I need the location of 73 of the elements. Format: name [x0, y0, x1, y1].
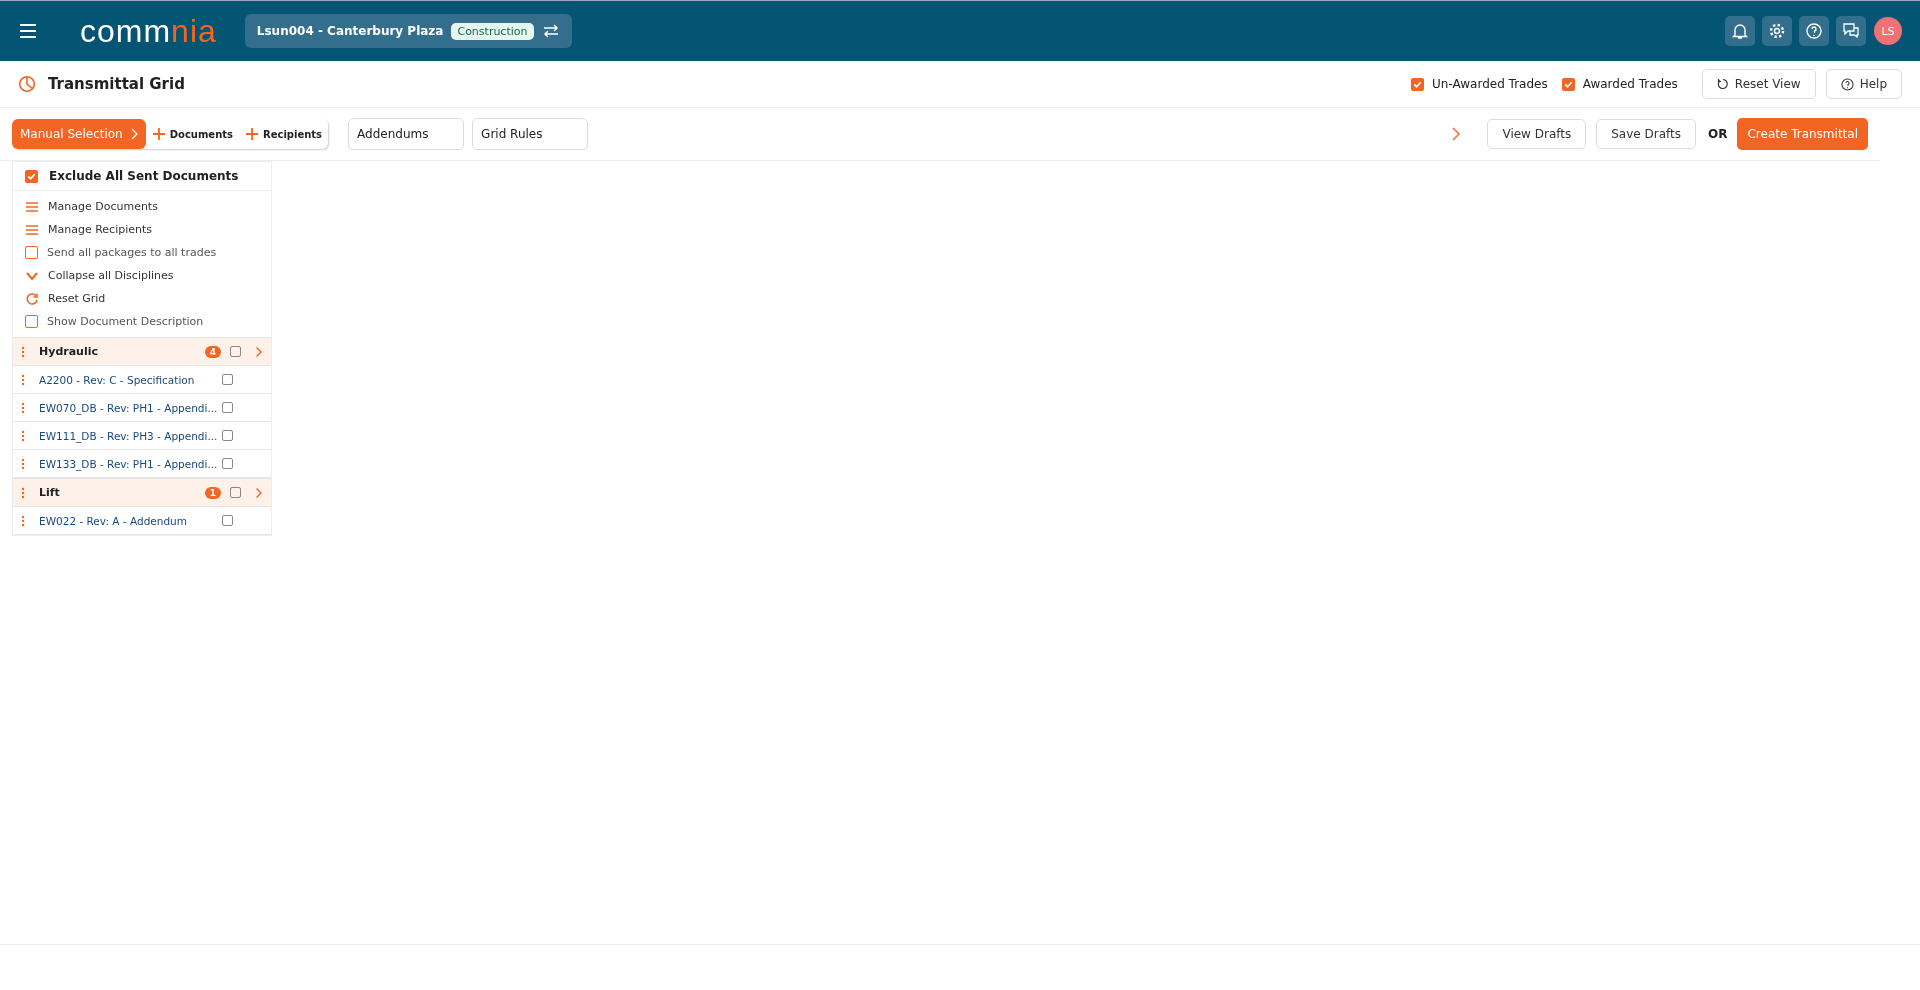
checkbox[interactable] [230, 487, 241, 498]
project-name: Lsun004 - Canterbury Plaza [256, 24, 444, 38]
checkbox[interactable] [1561, 77, 1575, 91]
tab[interactable]: Grid Rules [472, 118, 589, 150]
menu-icon [25, 199, 39, 214]
checkbox[interactable] [25, 246, 38, 259]
count-badge: 1 [204, 486, 221, 499]
document-link[interactable]: EW111_DB - Rev: PH3 - Appendi... [39, 429, 222, 442]
checkbox[interactable] [230, 346, 241, 357]
tab[interactable]: Addendums [348, 118, 465, 150]
discipline-name: Hydraulic [39, 345, 99, 358]
reset-view-button[interactable]: Reset View [1701, 69, 1816, 99]
checkbox[interactable] [222, 402, 233, 413]
plus-icon [245, 127, 259, 141]
pie-chart-icon [18, 75, 36, 93]
document-link[interactable]: EW070_DB - Rev: PH1 - Appendi... [39, 401, 222, 414]
chevron-right-icon[interactable] [255, 345, 263, 358]
discipline-name: Lift [39, 486, 61, 499]
project-selector[interactable]: Lsun004 - Canterbury Plaza Construction [244, 14, 572, 48]
chat-icon [1842, 22, 1860, 40]
document-link[interactable]: A2200 - Rev: C - Specification [39, 373, 222, 386]
help-button[interactable] [1799, 16, 1829, 46]
checkbox-label: Awarded Trades [1582, 77, 1678, 91]
menu-item[interactable]: Manage Documents [48, 200, 158, 213]
checkbox-label: Show Document Description [47, 315, 204, 328]
drag-handle-icon[interactable] [21, 373, 25, 386]
page-title: Transmittal Grid [48, 75, 185, 93]
add-step-button[interactable]: Documents [145, 127, 239, 141]
stage-tag: Construction [451, 22, 534, 40]
drag-handle-icon[interactable] [21, 486, 25, 499]
checkbox[interactable] [222, 458, 233, 469]
view-drafts-button[interactable]: View Drafts [1487, 119, 1587, 149]
swap-icon[interactable] [541, 23, 560, 39]
chat-button[interactable] [1836, 16, 1866, 46]
reset-icon [1716, 78, 1729, 90]
help-icon [1840, 77, 1854, 91]
checkbox-label: Send all packages to all trades [47, 246, 217, 259]
document-link[interactable]: EW133_DB - Rev: PH1 - Appendi... [39, 457, 222, 470]
drag-handle-icon[interactable] [21, 401, 25, 414]
menu-item[interactable]: Reset Grid [48, 292, 106, 305]
checkbox[interactable] [222, 430, 233, 441]
checkbox[interactable] [222, 515, 233, 526]
save-drafts-button[interactable]: Save Drafts [1596, 119, 1696, 149]
gear-icon [1768, 22, 1786, 40]
help-button[interactable]: Help [1825, 69, 1902, 99]
plus-icon [151, 127, 166, 141]
checkbox[interactable] [1411, 77, 1425, 91]
drag-handle-icon[interactable] [21, 429, 25, 442]
menu-item[interactable]: Manage Recipients [48, 223, 153, 236]
or-label: OR [1708, 127, 1728, 141]
count-badge: 4 [204, 345, 221, 358]
chevron-right-icon[interactable] [255, 486, 263, 499]
menu-icon [25, 222, 39, 237]
checkbox[interactable] [25, 315, 38, 328]
menu-icon[interactable] [18, 21, 38, 41]
drag-handle-icon[interactable] [21, 457, 25, 470]
bell-icon [1732, 22, 1748, 40]
drag-handle-icon[interactable] [21, 514, 25, 527]
settings-button[interactable] [1762, 16, 1792, 46]
checkbox-label: Exclude All Sent Documents [49, 169, 239, 183]
drag-handle-icon[interactable] [21, 345, 25, 358]
add-step-button[interactable]: Recipients [239, 127, 329, 141]
help-icon [1805, 22, 1823, 40]
chevron-right-icon[interactable] [1451, 127, 1462, 141]
menu-item[interactable]: Collapse all Disciplines [48, 269, 174, 282]
checkbox-label: Un-Awarded Trades [1432, 77, 1548, 91]
checkbox[interactable] [222, 374, 233, 385]
refresh-icon [25, 291, 39, 306]
checkbox[interactable] [25, 169, 38, 183]
notifications-button[interactable] [1725, 16, 1755, 46]
chevron-right-icon [130, 128, 138, 140]
document-link[interactable]: EW022 - Rev: A - Addendum [39, 514, 222, 527]
logo: commnia [80, 12, 217, 50]
